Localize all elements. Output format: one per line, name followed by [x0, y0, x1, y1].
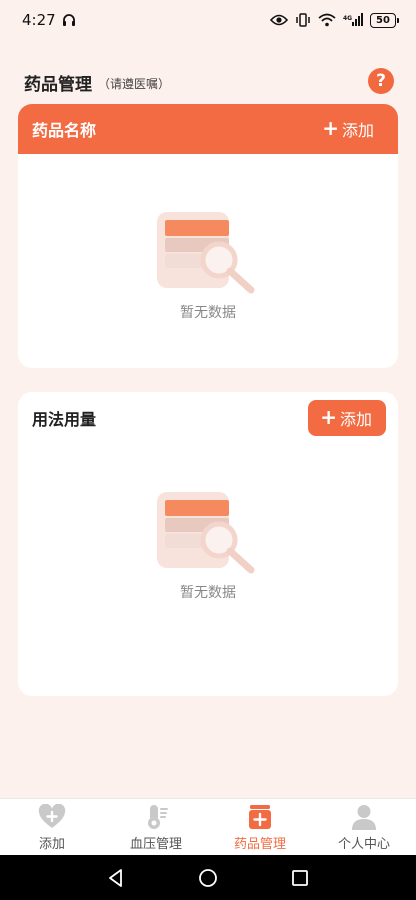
add-medicine-button[interactable]: + 添加 [322, 117, 374, 141]
system-nav-bar [0, 855, 416, 900]
vibrate-icon [295, 13, 311, 27]
person-icon [352, 805, 376, 830]
nav-label-profile: 个人中心 [337, 837, 390, 852]
add-usage-button[interactable]: + 添加 [308, 400, 386, 436]
bottom-nav: 添加 血压管理 药品管理 个人中心 [0, 798, 416, 855]
eye-icon [270, 14, 288, 26]
nav-label-medicine: 药品管理 [233, 837, 286, 852]
empty-data-icon [157, 212, 255, 294]
medicine-name-card: 药品名称 + 添加 暂无数据 [18, 104, 398, 368]
usage-dosage-card: 用法用量 + 添加 暂无数据 [18, 392, 398, 696]
medicine-card-title: 药品名称 [32, 121, 97, 140]
page-subtitle: （请遵医嘱） [98, 76, 171, 91]
signal-icon: 4G [343, 13, 363, 27]
medicine-box-icon [249, 805, 271, 829]
add-usage-label: 添加 [339, 410, 372, 429]
empty-data-icon [157, 492, 255, 574]
svg-text:4G: 4G [343, 15, 352, 22]
nav-item-blood-pressure[interactable]: 血压管理 [104, 799, 208, 855]
back-icon[interactable] [106, 868, 126, 888]
battery-indicator: 50 [370, 12, 399, 28]
nav-item-add[interactable]: 添加 [0, 799, 104, 855]
help-button[interactable]: ? [368, 68, 394, 94]
nav-label-blood-pressure: 血压管理 [129, 837, 182, 852]
headphones-icon [62, 13, 76, 27]
nav-label-add: 添加 [38, 837, 65, 852]
question-icon: ? [376, 71, 386, 91]
usage-empty-text: 暂无数据 [180, 585, 236, 601]
page-header: 药品管理 （请遵医嘱） ? [24, 66, 394, 98]
medicine-empty-state: 暂无数据 [18, 208, 398, 322]
nav-item-profile[interactable]: 个人中心 [312, 799, 416, 855]
heart-plus-icon [38, 804, 66, 828]
recents-icon[interactable] [290, 868, 310, 888]
plus-icon: + [322, 116, 339, 140]
page-title: 药品管理 [24, 74, 92, 95]
usage-card-title: 用法用量 [32, 410, 97, 429]
status-time: 4:27 [22, 11, 56, 29]
wifi-icon [318, 13, 336, 27]
thermometer-icon [148, 805, 168, 829]
home-icon[interactable] [198, 868, 218, 888]
nav-item-medicine[interactable]: 药品管理 [208, 799, 312, 855]
medicine-card-header: 药品名称 + 添加 [18, 104, 398, 154]
usage-empty-state: 暂无数据 [18, 488, 398, 602]
usage-card-header: 用法用量 + 添加 [18, 392, 398, 444]
plus-icon: + [320, 405, 337, 429]
add-medicine-label: 添加 [341, 121, 374, 140]
medicine-empty-text: 暂无数据 [180, 305, 236, 321]
status-bar: 4:27 4G 50 [0, 0, 416, 40]
